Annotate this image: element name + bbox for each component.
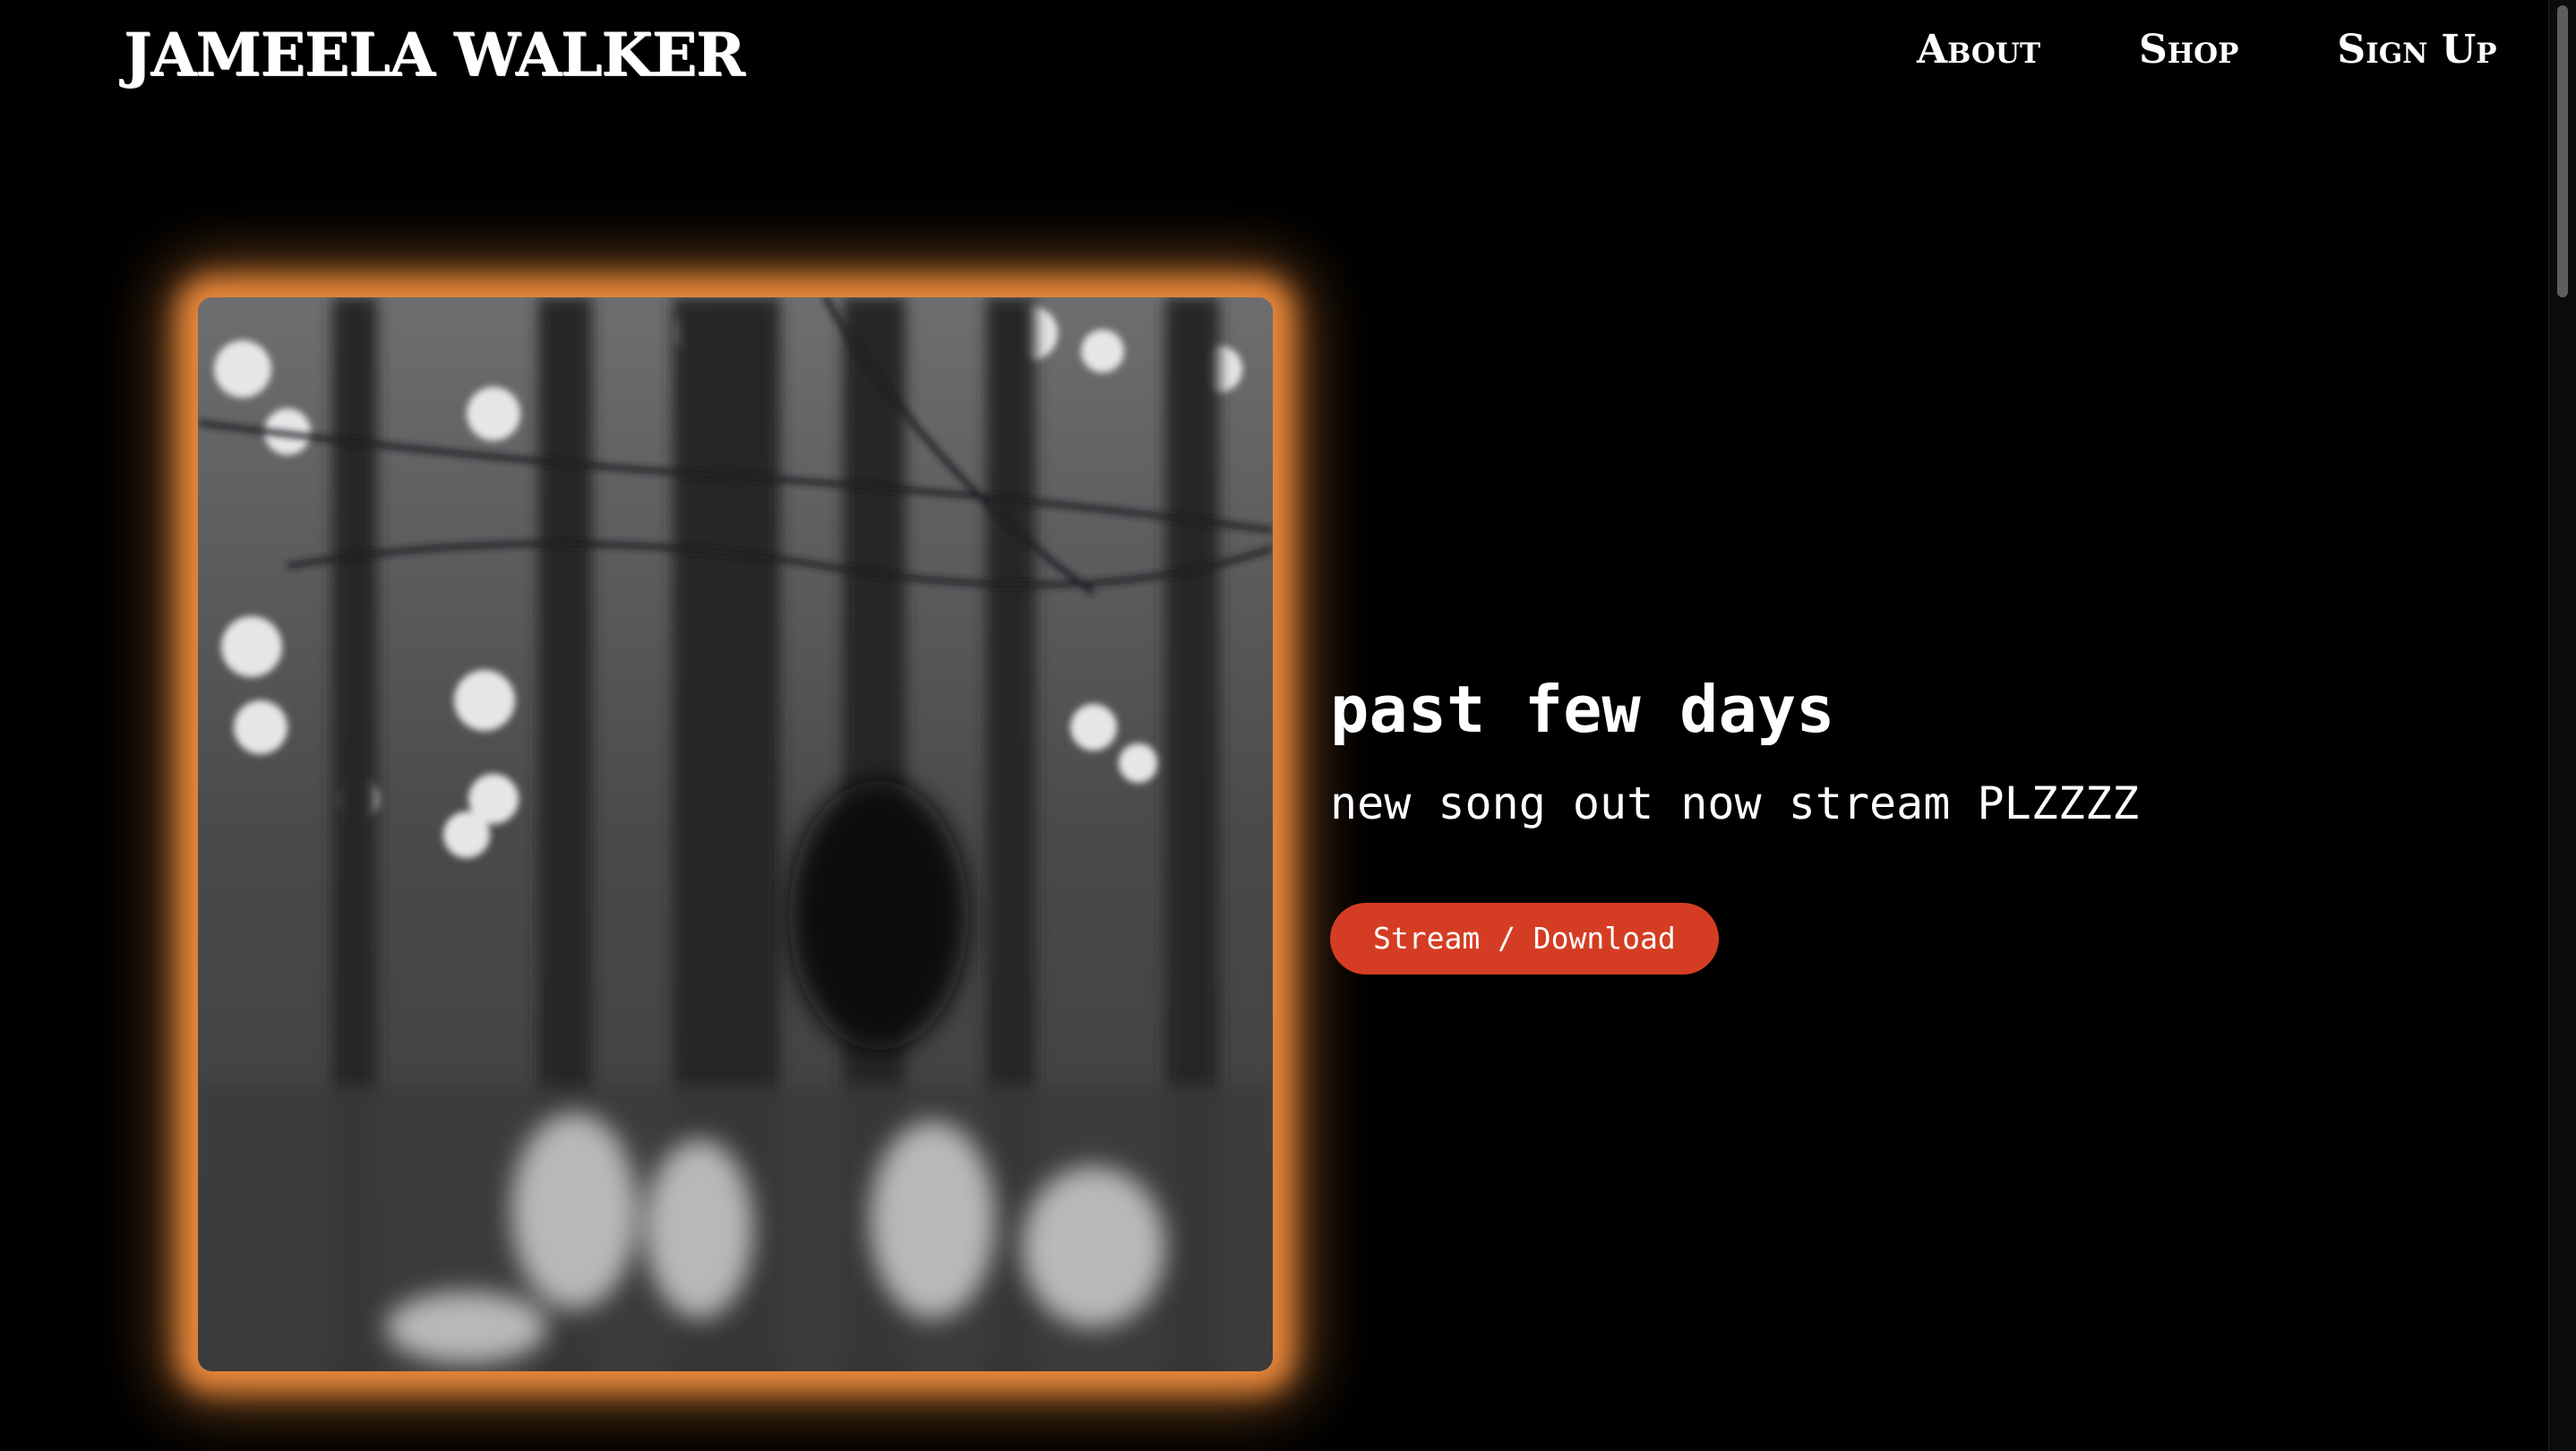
forest-photo-image: [198, 297, 1273, 1371]
scrollbar-thumb[interactable]: [2557, 5, 2568, 297]
stream-download-button[interactable]: Stream / Download: [1330, 903, 1719, 974]
release-info: past few days new song out now stream PL…: [1330, 672, 2494, 974]
album-cover-art: [198, 297, 1273, 1371]
main-nav: About Shop Sign Up: [1917, 27, 2497, 73]
release-title: past few days: [1330, 672, 1835, 747]
site-header: JAMEELA WALKER About Shop Sign Up: [0, 0, 2547, 116]
nav-sign-up-link[interactable]: Sign Up: [2337, 27, 2496, 73]
nav-shop-link[interactable]: Shop: [2139, 27, 2238, 73]
release-subtitle: new song out now stream PLZZZZ: [1330, 777, 2140, 829]
site-logo[interactable]: JAMEELA WALKER: [124, 20, 745, 90]
nav-about-link[interactable]: About: [1917, 27, 2040, 73]
page-scrollbar[interactable]: [2548, 0, 2576, 1451]
